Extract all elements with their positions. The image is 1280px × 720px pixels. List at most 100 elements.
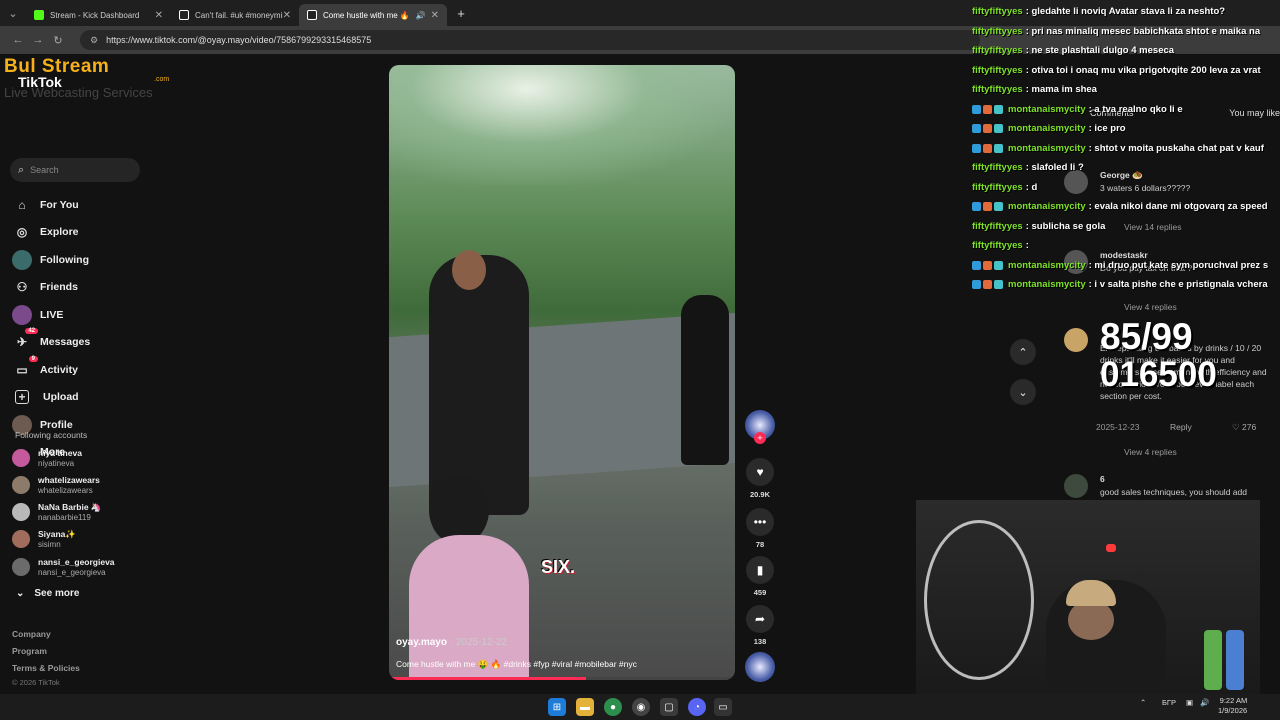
comment-like-button[interactable]: ♡ 276 [1232,422,1256,433]
tab-search-icon[interactable]: ⌄ [0,7,26,20]
tiktok-icon [307,10,317,20]
video-player[interactable]: SIX. oyay.mayo · 2025-12-22 Come hustle … [389,65,735,680]
reply-button[interactable]: Reply [1170,422,1192,432]
chat-text: : slafoled li ? [1025,162,1084,174]
chat-text: : sublicha se gola [1025,220,1106,232]
bookmark-icon: ▮ [746,556,774,584]
tray-chevron-icon[interactable]: ⌃ [1140,698,1146,707]
music-disc-button[interactable] [744,652,776,682]
nav-label: Explore [40,226,79,239]
chrome-icon[interactable]: ● [604,698,622,716]
nav-friends[interactable]: ⚇ Friends [12,274,90,302]
see-more-button[interactable]: ⌄ See more [16,588,79,599]
chat-username: montanaismycity [1008,201,1086,213]
volume-icon[interactable]: 🔊 [1200,698,1209,707]
follow-plus-icon[interactable]: + [754,432,766,444]
tab-cant-fail[interactable]: Can't fail. #uk #moneymindset ✕ [171,4,299,26]
video-scene-head [452,250,486,290]
reload-icon[interactable]: ↻ [48,34,68,47]
nav-activity[interactable]: ▭ 9 Activity [12,355,90,384]
footer-terms[interactable]: Terms & Policies [12,663,80,673]
streamer-webcam [916,500,1260,694]
file-explorer-icon[interactable]: ▬ [576,698,594,716]
creator-avatar-button[interactable]: + [744,410,776,444]
back-icon[interactable]: ← [8,34,28,46]
nav-upload[interactable]: + Upload [12,384,90,412]
next-video-button[interactable]: ⌄ [1010,379,1036,405]
following-account[interactable]: Siyana✨ sisimn [12,526,76,552]
site-info-icon[interactable]: ⚙ [90,35,98,46]
video-author[interactable]: oyay.mayo · 2025-12-22 [396,637,507,648]
chat-message: fiftyfiftyyes: slafoled li ? [972,158,1280,178]
obs-icon[interactable]: ◉ [632,698,650,716]
like-button[interactable]: ♥ 20.9K [744,458,776,499]
nav-explore[interactable]: ◎ Explore [12,219,90,247]
footer-program[interactable]: Program [12,646,47,656]
activity-icon: ▭ 9 [12,355,38,380]
search-input[interactable]: ⌕ Search [10,158,140,182]
chat-message: fiftyfiftyyes: otiva toi i onaq mu vika … [972,61,1280,81]
view-replies-button[interactable]: View 4 replies [1124,302,1177,312]
kick-icon [34,10,44,20]
account-handle: nanabarbie119 [38,512,91,522]
close-icon[interactable]: ✕ [431,10,439,21]
account-handle: whatelizawears [38,485,93,495]
avatar[interactable] [1064,474,1088,498]
bulstream-logo: Bul Stream .com TikTok Live Webcasting S… [4,56,169,100]
nav-messages[interactable]: ✈ 42 Messages [12,328,90,357]
chat-text: : ne ste plashtali dulgo 4 meseca [1025,45,1175,57]
chat-message: fiftyfiftyyes: mama im shea [972,80,1280,100]
video-scene-woman [681,295,729,465]
following-avatar-icon [12,249,32,270]
main-nav: ⌂ For You ◎ Explore Following ⚇ Friends … [12,191,90,466]
live-avatar-icon [12,304,32,325]
view-replies-button[interactable]: View 4 replies [1124,447,1177,457]
nav-for-you[interactable]: ⌂ For You [12,191,90,219]
tab-kick-dashboard[interactable]: Stream - Kick Dashboard ✕ [26,4,171,26]
share-count: 138 [753,637,767,646]
new-tab-button[interactable]: + [451,6,471,21]
windows-taskbar: ⊞ ▬ ● ◉ ▢ ◔ ▭ ⌃ БГР ▣ 🔊 9:22 AM 1/9/2026 [0,694,1280,720]
following-account[interactable]: niya tineva niyatineva [12,445,82,471]
following-account[interactable]: whatelizawears whatelizawears [12,472,100,498]
avatar [12,476,30,494]
nav-live[interactable]: LIVE [12,301,90,329]
tab-come-hustle[interactable]: Come hustle with me 🔥 🔊 ✕ [299,4,447,26]
url-input[interactable]: ⚙ https://www.tiktok.com/@oyay.mayo/vide… [80,30,980,50]
chat-text: : shtot v moita puskaha chat pat v kauf [1088,142,1264,154]
home-icon: ⌂ [18,197,26,212]
chat-message: montanaismycity: shtot v moita puskaha c… [972,139,1280,159]
comment-button[interactable]: ••• 78 [744,508,776,549]
language-indicator[interactable]: БГР [1162,698,1176,707]
chat-username: fiftyfiftyyes [972,181,1023,193]
forward-icon[interactable]: → [28,34,48,46]
comment-author[interactable]: 6 [1100,474,1105,484]
account-handle: sisimn [38,539,61,549]
close-icon[interactable]: ✕ [283,10,291,21]
windows-start-icon[interactable]: ⊞ [548,698,566,716]
nav-following[interactable]: Following [12,246,90,274]
close-icon[interactable]: ✕ [155,10,163,21]
app-icon[interactable]: ▢ [660,698,678,716]
discord-icon[interactable]: ◔ [688,698,706,716]
following-account[interactable]: nansi_e_georgieva nansi_e_georgieva [12,554,115,580]
taskbar-clock[interactable]: 9:22 AM 1/9/2026 [1218,696,1247,716]
video-username[interactable]: oyay.mayo [396,637,447,648]
previous-video-button[interactable]: ⌃ [1010,339,1036,365]
save-button[interactable]: ▮ 459 [744,556,776,597]
video-overlay-caption: SIX. [541,557,576,577]
friends-icon: ⚇ [16,280,28,295]
following-account[interactable]: NaNa Barbie 🦄 nanabarbie119 [12,499,102,525]
chat-message: montanaismycity: evala nikoi dane mi otg… [972,197,1280,217]
webcam-red-light [1106,544,1116,552]
chat-username: montanaismycity [1008,103,1086,115]
chat-badges-icon [972,260,1005,270]
share-button[interactable]: ➦ 138 [744,605,776,646]
network-icon[interactable]: ▣ [1186,698,1193,707]
chat-text: : mi druo put kate sym poruchval prez s [1088,259,1269,271]
terminal-icon[interactable]: ▭ [714,698,732,716]
avatar[interactable] [1064,328,1088,352]
video-progress-bar[interactable] [389,677,735,680]
footer-company[interactable]: Company [12,629,51,639]
account-name: NaNa Barbie 🦄 [38,501,102,512]
